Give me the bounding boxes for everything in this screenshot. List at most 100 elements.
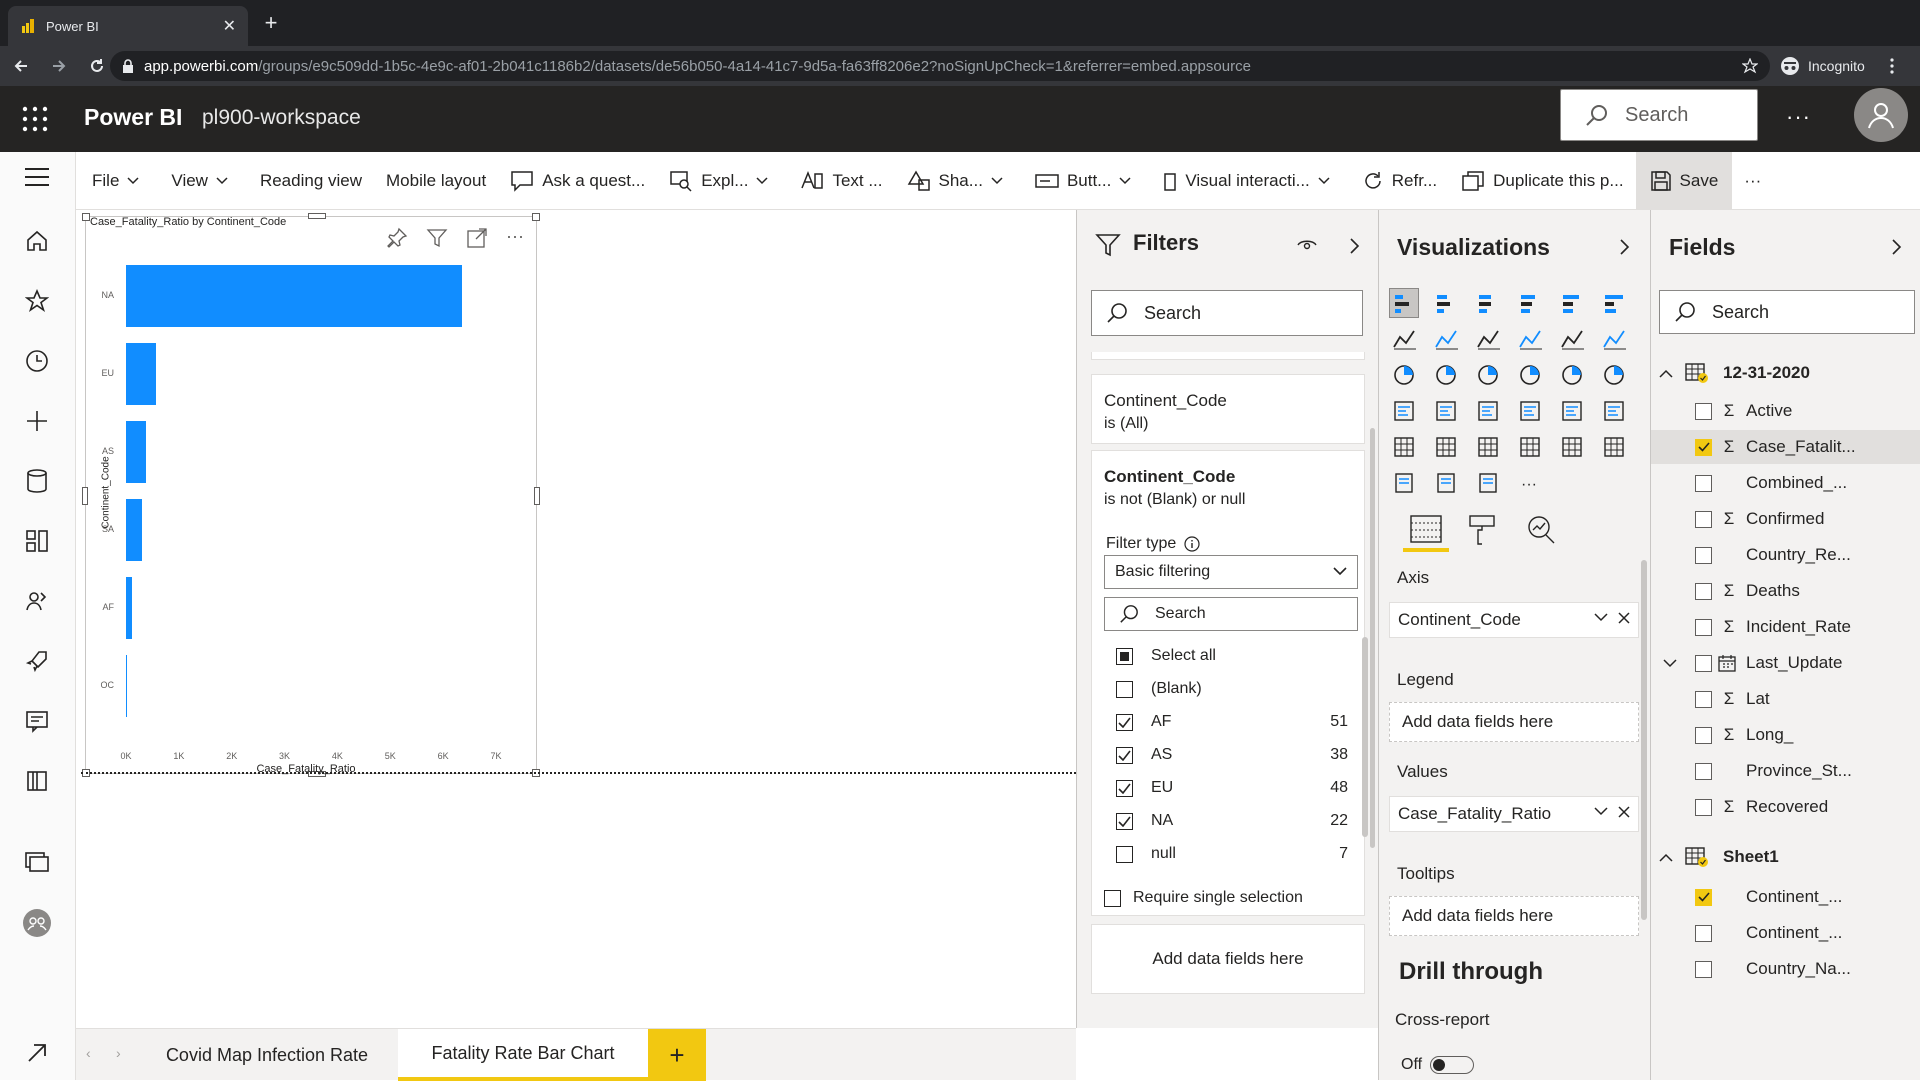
field-row[interactable]: Σ Incident_Rate <box>1651 610 1920 644</box>
field-row[interactable]: Σ Recovered <box>1651 790 1920 824</box>
shapes-button[interactable]: Sha... <box>895 152 1023 210</box>
field-row[interactable]: Σ Case_Fatalit... <box>1651 430 1920 464</box>
line-and-column-chart-icon[interactable] <box>1515 324 1545 354</box>
header-more-icon[interactable]: ··· <box>1786 104 1811 130</box>
table-icon[interactable] <box>1431 432 1461 462</box>
field-checkbox[interactable] <box>1695 582 1712 600</box>
stacked-column-chart-icon[interactable] <box>1431 288 1461 318</box>
hamburger-icon[interactable] <box>22 162 52 192</box>
page-tab-fatality-bar[interactable]: Fatality Rate Bar Chart <box>398 1029 648 1081</box>
decomposition-tree-icon[interactable] <box>1557 432 1587 462</box>
field-row[interactable]: Continent_... <box>1651 916 1920 950</box>
kpi-icon[interactable] <box>1599 396 1629 426</box>
100-stacked-bar-chart-icon[interactable] <box>1557 288 1587 318</box>
workspace-switcher-icon[interactable] <box>22 848 52 878</box>
ribbon-chart-icon[interactable] <box>1599 324 1629 354</box>
slicer-icon[interactable] <box>1389 432 1419 462</box>
filter-value-checkbox[interactable] <box>1116 647 1133 665</box>
chevron-down-icon[interactable] <box>1594 807 1608 816</box>
info-icon[interactable] <box>1184 536 1200 552</box>
waterfall-chart-icon[interactable] <box>1389 360 1419 390</box>
clustered-column-chart-icon[interactable] <box>1515 288 1545 318</box>
book-icon[interactable] <box>22 766 52 796</box>
filters-pane-scrollbar[interactable] <box>1370 428 1375 848</box>
bar-chart-visual[interactable]: Case_Fatality_Ratio by Continent_Code ··… <box>82 213 540 777</box>
apps-icon[interactable] <box>22 526 52 556</box>
buttons-button[interactable]: Butt... <box>1023 152 1151 210</box>
view-menu[interactable]: View <box>159 152 248 210</box>
save-button[interactable]: Save <box>1635 151 1733 210</box>
reload-icon[interactable] <box>80 49 114 83</box>
learn-rocket-icon[interactable] <box>22 646 52 676</box>
analytics-magnifier-icon[interactable] <box>1525 514 1557 546</box>
header-search-input[interactable]: Search <box>1560 89 1758 141</box>
filter-value-item[interactable]: NA 22 <box>1116 808 1348 834</box>
new-tab-icon[interactable]: + <box>258 10 284 36</box>
field-row[interactable]: Country_Re... <box>1651 538 1920 572</box>
field-table-row[interactable]: 12-31-2020 <box>1651 356 1920 390</box>
favorites-star-icon[interactable] <box>22 286 52 316</box>
card-icon[interactable] <box>1515 396 1545 426</box>
field-row[interactable]: Σ Long_ <box>1651 718 1920 752</box>
remove-field-icon[interactable] <box>1618 806 1630 818</box>
field-table-row[interactable]: Sheet1 <box>1651 840 1920 874</box>
field-checkbox[interactable] <box>1695 510 1712 528</box>
text-box-button[interactable]: Text ... <box>788 152 894 210</box>
create-plus-icon[interactable] <box>22 406 52 436</box>
field-checkbox[interactable] <box>1695 798 1712 816</box>
collapse-visualizations-chevron-icon[interactable] <box>1619 238 1631 256</box>
forward-icon[interactable] <box>42 49 76 83</box>
100-stacked-column-chart-icon[interactable] <box>1599 288 1629 318</box>
legend-add-well[interactable]: Add data fields here <box>1389 702 1639 742</box>
remove-field-icon[interactable] <box>1618 612 1630 624</box>
avatar[interactable] <box>1854 88 1908 142</box>
field-row[interactable]: Last_Update <box>1651 646 1920 680</box>
field-row[interactable]: Σ Active <box>1651 394 1920 428</box>
bar-NA[interactable] <box>126 265 462 327</box>
chevron-up-icon[interactable] <box>1659 369 1673 378</box>
filter-values-search-input[interactable]: Search <box>1104 597 1358 631</box>
scatter-chart-icon[interactable] <box>1473 360 1503 390</box>
filter-type-dropdown[interactable]: Basic filtering <box>1104 555 1358 589</box>
chevron-up-icon[interactable] <box>1659 853 1673 862</box>
mobile-layout-button[interactable]: Mobile layout <box>374 152 498 210</box>
workspaces-icon[interactable] <box>22 706 52 736</box>
field-checkbox[interactable] <box>1695 402 1712 420</box>
line-and-clustered-column-chart-icon[interactable] <box>1557 324 1587 354</box>
clustered-bar-chart-icon[interactable] <box>1473 288 1503 318</box>
browser-menu-icon[interactable] <box>1890 58 1894 74</box>
bar-EU[interactable] <box>126 343 156 405</box>
chevron-down-icon[interactable] <box>1663 658 1677 668</box>
field-row[interactable]: Σ Lat <box>1651 682 1920 716</box>
filter-value-item[interactable]: EU 48 <box>1116 775 1348 801</box>
url-field[interactable]: app.powerbi.com/groups/e9c509dd-1b5c-4e9… <box>110 51 1770 81</box>
filter-card-continent-all[interactable]: Continent_Code is (All) <box>1091 374 1365 444</box>
incognito-indicator[interactable]: Incognito <box>1780 52 1865 80</box>
filters-add-fields-well[interactable]: Add data fields here <box>1091 924 1365 994</box>
report-canvas[interactable]: Case_Fatality_Ratio by Continent_Code ··… <box>76 210 1076 1028</box>
field-checkbox[interactable] <box>1695 654 1712 672</box>
workspace-avatar-icon[interactable] <box>22 908 52 938</box>
key-influencers-icon[interactable] <box>1515 432 1545 462</box>
field-checkbox[interactable] <box>1695 726 1712 744</box>
workspace-name[interactable]: pl900-workspace <box>202 106 361 130</box>
file-menu[interactable]: File <box>76 152 159 210</box>
map-icon[interactable] <box>1389 396 1419 426</box>
field-checkbox[interactable] <box>1695 924 1712 942</box>
eye-icon[interactable] <box>1297 238 1317 252</box>
stacked-area-chart-icon[interactable] <box>1473 324 1503 354</box>
funnel-chart-icon[interactable] <box>1431 360 1461 390</box>
power-automate-icon[interactable] <box>1473 468 1503 498</box>
multi-row-card-icon[interactable] <box>1557 396 1587 426</box>
filter-value-checkbox[interactable] <box>1116 779 1133 797</box>
filter-value-checkbox[interactable] <box>1116 812 1133 830</box>
close-tab-icon[interactable]: ✕ <box>223 16 236 36</box>
field-checkbox[interactable] <box>1695 690 1712 708</box>
home-icon[interactable] <box>22 226 52 256</box>
duplicate-page-button[interactable]: Duplicate this p... <box>1449 152 1635 210</box>
qa-icon[interactable] <box>1599 432 1629 462</box>
filled-map-icon[interactable] <box>1431 396 1461 426</box>
filter-value-item[interactable]: AS 38 <box>1116 742 1348 768</box>
field-row[interactable]: Country_Na... <box>1651 952 1920 986</box>
field-checkbox[interactable] <box>1695 546 1712 564</box>
